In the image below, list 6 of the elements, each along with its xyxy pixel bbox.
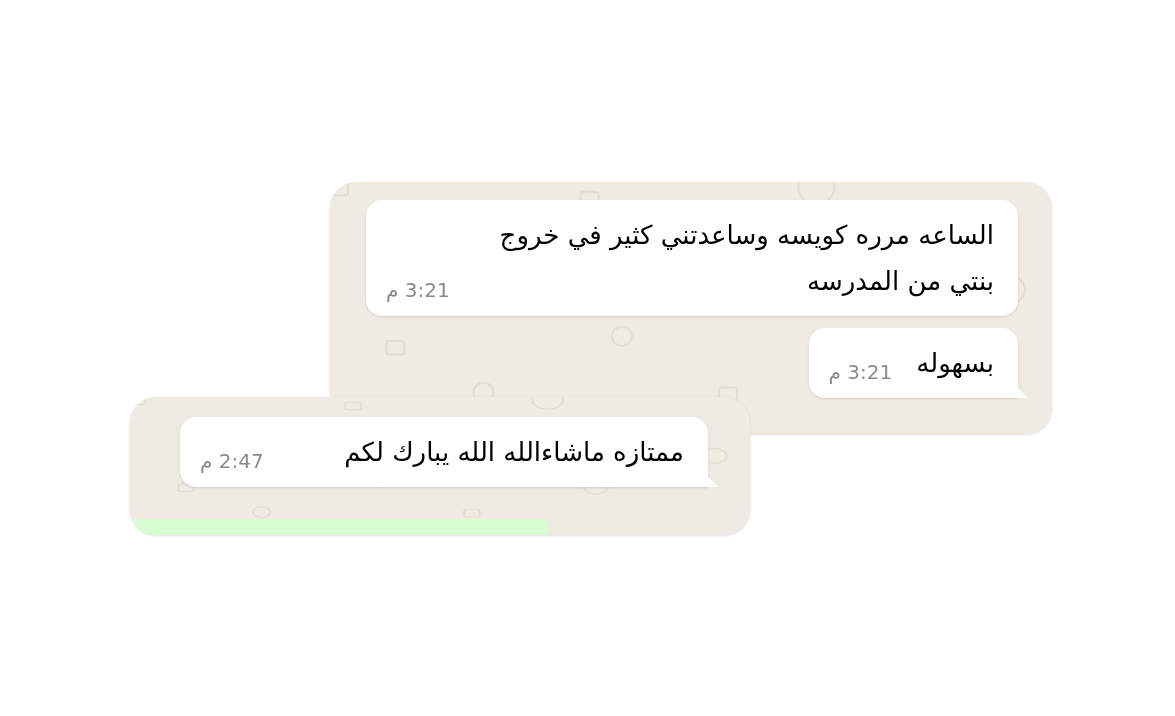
message-time: 3:21 م [386,277,450,304]
message-time: 3:21 م [828,359,893,386]
message-text: الساعه مرره كويسه وساعدتني كثير في خروج بنتي من المدرسه [498,219,994,299]
message-time: 2:47 م [200,448,264,475]
message-text: بسهوله [916,347,994,381]
message-text: ممتازه ماشاءالله الله يبارك لكم [344,436,684,470]
